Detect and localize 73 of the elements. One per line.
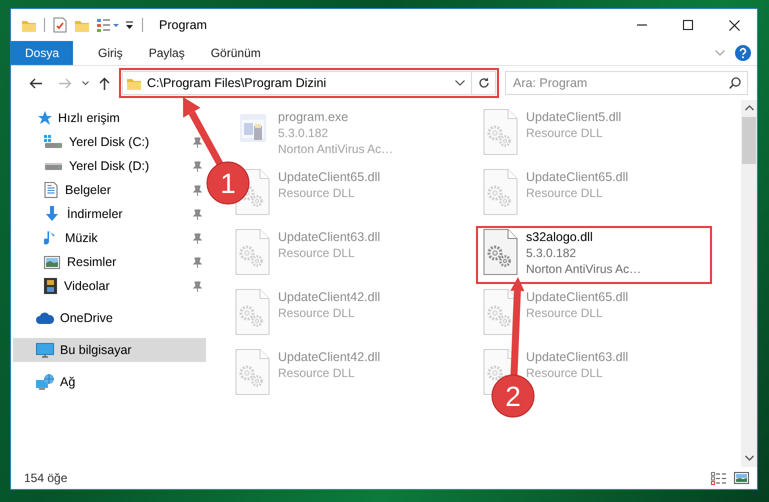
file-name[interactable]: s32alogo.dll <box>526 229 642 245</box>
pin-icon <box>192 232 202 244</box>
nav-item[interactable]: Hızlı erişim <box>13 106 206 130</box>
refresh-button[interactable] <box>472 71 496 95</box>
ribbon-tab[interactable]: Giriş <box>85 41 136 65</box>
window-title: Program <box>159 18 207 32</box>
ribbon-tab[interactable]: Paylaş <box>136 41 198 65</box>
film-icon <box>44 278 57 294</box>
search-field[interactable]: Ara: Program <box>505 71 748 95</box>
large-icons-view-icon[interactable] <box>734 472 749 484</box>
pin-icon <box>192 256 202 268</box>
picture-icon <box>44 256 60 268</box>
file-detail: 5.3.0.182 <box>278 125 330 141</box>
star-icon <box>36 110 52 126</box>
nav-item[interactable]: Bu bilgisayar <box>13 338 206 362</box>
pin-icon <box>192 280 202 292</box>
annotation-arrow <box>183 97 224 166</box>
nav-item[interactable]: Yerel Disk (D:) <box>13 154 206 178</box>
cloud-icon <box>36 312 54 324</box>
file-detail: Norton AntiVirus Ac… <box>526 261 642 277</box>
close-icon <box>728 20 740 30</box>
nav-item[interactable]: Müzik <box>13 226 206 250</box>
address-path: C:\Program Files\Program Dizini <box>147 76 328 90</box>
refresh-icon <box>478 77 490 89</box>
properties-icon <box>53 17 67 33</box>
back-icon[interactable] <box>29 78 42 88</box>
pin-icon <box>192 160 202 172</box>
search-icon[interactable] <box>729 77 741 89</box>
nav-item[interactable]: İndirmeler <box>13 202 206 226</box>
expand-ribbon-icon[interactable] <box>715 50 725 56</box>
recent-caret-icon[interactable] <box>82 80 89 86</box>
download-icon <box>44 206 60 222</box>
nav-item[interactable]: Yerel Disk (C:) <box>13 130 206 154</box>
pin-icon <box>192 208 202 220</box>
pin-icon <box>192 136 202 148</box>
ribbon-tab[interactable]: Görünüm <box>198 41 274 65</box>
file-detail: Resource DLL <box>278 305 356 321</box>
scroll-down-icon[interactable] <box>744 455 754 461</box>
file-detail: 5.3.0.182 <box>526 245 578 261</box>
details-view-icon[interactable] <box>711 472 727 484</box>
dropdown-caret-icon[interactable] <box>455 80 465 86</box>
file-detail: Resource DLL <box>526 185 604 201</box>
ribbon-tab[interactable]: Dosya <box>11 41 74 65</box>
view-options-icon <box>97 18 119 32</box>
monitor-icon <box>36 342 54 358</box>
drive-icon <box>44 135 62 149</box>
nav-item[interactable]: Belgeler <box>13 178 206 202</box>
document-icon <box>44 182 58 198</box>
file-detail: Resource DLL <box>278 245 356 261</box>
scrollbar-thumb[interactable] <box>742 117 756 164</box>
folder-icon <box>22 18 36 32</box>
customize-caret-icon <box>125 20 134 30</box>
nav-item[interactable]: Videolar <box>13 274 206 298</box>
file-detail: Norton AntiVirus Ac… <box>278 141 394 157</box>
folder-icon <box>127 76 141 90</box>
file-detail: Resource DLL <box>278 185 356 201</box>
folder-icon <box>75 18 89 32</box>
help-icon[interactable] <box>735 45 751 61</box>
address-field[interactable]: C:\Program Files\Program Dizini <box>122 71 472 95</box>
nav-item[interactable]: Resimler <box>13 250 206 274</box>
nav-item[interactable]: OneDrive <box>13 306 206 330</box>
pin-icon <box>192 184 202 196</box>
file-detail: Resource DLL <box>526 305 604 321</box>
up-icon[interactable] <box>99 76 110 90</box>
step-badge: 1 <box>206 162 250 204</box>
nav-item[interactable]: Ağ <box>13 370 206 394</box>
item-count: 154 öğe <box>24 471 68 485</box>
scroll-up-icon[interactable] <box>744 105 754 111</box>
file-detail: Resource DLL <box>278 365 356 381</box>
file-detail: Resource DLL <box>526 125 604 141</box>
network-icon <box>36 374 54 390</box>
maximize-icon <box>683 20 693 30</box>
drive-icon <box>44 162 62 170</box>
